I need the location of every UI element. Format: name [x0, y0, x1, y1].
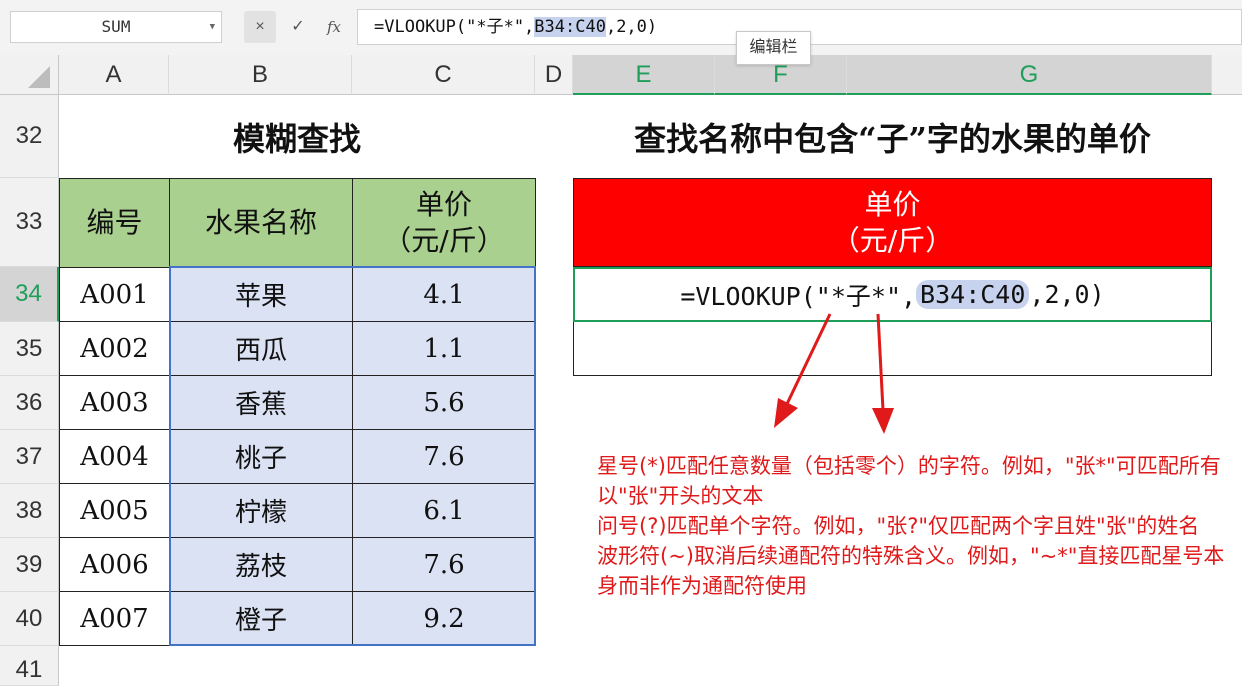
- cell-name[interactable]: 苹果: [169, 267, 353, 322]
- cancel-icon[interactable]: ×: [244, 11, 276, 43]
- select-all-icon[interactable]: [0, 55, 59, 95]
- wildcard-notes: 星号(*)匹配任意数量（包括零个）的字符。例如，"张*"可匹配所有以"张"开头的…: [557, 451, 1227, 601]
- column-header-b[interactable]: B: [169, 55, 352, 95]
- header-price-line2: （元/斤）: [383, 224, 505, 257]
- formula-prefix: =VLOOKUP("*子*",: [374, 17, 535, 37]
- cell-name[interactable]: 西瓜: [169, 321, 353, 376]
- fx-icon[interactable]: fx: [318, 11, 350, 43]
- cell-id[interactable]: A002: [59, 321, 170, 376]
- arrow-annotation: [774, 313, 894, 434]
- note-question: 问号(?)匹配单个字符。例如，"张?"仅匹配两个字且姓"张"的姓名: [597, 514, 1200, 538]
- row-header-40[interactable]: 40: [0, 592, 59, 646]
- left-table-title: 模糊查找: [232, 119, 361, 158]
- cell-formula-prefix: =VLOOKUP("*子*",: [680, 281, 917, 311]
- cell-id[interactable]: A001: [59, 267, 170, 322]
- formula-suffix: ,2,0): [605, 17, 658, 37]
- column-header-extra[interactable]: [1212, 55, 1242, 95]
- column-header-c[interactable]: C: [352, 55, 535, 95]
- cell-formula-suffix: ,2,0): [1029, 280, 1105, 309]
- row-header-41[interactable]: 41: [0, 646, 59, 686]
- cell-name[interactable]: 柠檬: [169, 483, 353, 538]
- column-header-e[interactable]: E: [573, 55, 715, 95]
- cell-id[interactable]: A005: [59, 483, 170, 538]
- name-box[interactable]: SUM ▼: [10, 11, 222, 43]
- header-price[interactable]: 单价 （元/斤）: [352, 178, 536, 268]
- row-header-35[interactable]: 35: [0, 322, 59, 376]
- header-name[interactable]: 水果名称: [169, 178, 353, 268]
- formula-range-ref: B34:C40: [534, 17, 606, 37]
- name-box-value: SUM: [101, 17, 131, 36]
- cell-price[interactable]: 7.6: [352, 537, 536, 592]
- row-header-36[interactable]: 36: [0, 376, 59, 430]
- cell-price[interactable]: 1.1: [352, 321, 536, 376]
- column-header-a[interactable]: A: [59, 55, 169, 95]
- note-asterisk: 星号(*)匹配任意数量（包括零个）的字符。例如，"张*"可匹配所有以"张"开头的…: [597, 454, 1221, 508]
- column-header-g[interactable]: G: [847, 55, 1212, 95]
- row-header-32[interactable]: 32: [0, 95, 59, 178]
- right-header-line1: 单价: [864, 187, 921, 221]
- row-header-38[interactable]: 38: [0, 484, 59, 538]
- right-table-header[interactable]: 单价 （元/斤）: [573, 178, 1212, 267]
- cell-price[interactable]: 6.1: [352, 483, 536, 538]
- cell-price[interactable]: 9.2: [352, 591, 536, 646]
- confirm-icon[interactable]: ✓: [282, 11, 314, 43]
- header-id[interactable]: 编号: [59, 178, 170, 268]
- row-header-33[interactable]: 33: [0, 178, 59, 267]
- header-name-text: 水果名称: [204, 206, 317, 239]
- cell-name[interactable]: 香蕉: [169, 375, 353, 430]
- note-tilde: 波形符(~)取消后续通配符的特殊含义。例如，"~*"直接匹配星号本身而非作为通配…: [597, 544, 1225, 598]
- dropdown-arrow-icon[interactable]: ▼: [210, 12, 215, 42]
- cell-id[interactable]: A003: [59, 375, 170, 430]
- row-header-39[interactable]: 39: [0, 538, 59, 592]
- cell-price[interactable]: 4.1: [352, 267, 536, 322]
- cell-id[interactable]: A006: [59, 537, 170, 592]
- cell-id[interactable]: A004: [59, 429, 170, 484]
- row-header-34[interactable]: 34: [0, 267, 59, 322]
- cell-id[interactable]: A007: [59, 591, 170, 646]
- right-header-line2: （元/斤）: [831, 223, 954, 257]
- right-table-title: 查找名称中包含“子”字的水果的单价: [634, 119, 1151, 158]
- row-header-37[interactable]: 37: [0, 430, 59, 484]
- column-header-d[interactable]: D: [535, 55, 573, 95]
- cell-price[interactable]: 7.6: [352, 429, 536, 484]
- header-id-text: 编号: [86, 206, 143, 239]
- cell-name[interactable]: 桃子: [169, 429, 353, 484]
- cell-price[interactable]: 5.6: [352, 375, 536, 430]
- formula-bar-tooltip: 编辑栏: [736, 31, 811, 65]
- cell-name[interactable]: 橙子: [169, 591, 353, 646]
- cell-name[interactable]: 荔枝: [169, 537, 353, 592]
- header-price-line1: 单价: [415, 188, 472, 221]
- cell-formula-range-ref: B34:C40: [916, 280, 1030, 309]
